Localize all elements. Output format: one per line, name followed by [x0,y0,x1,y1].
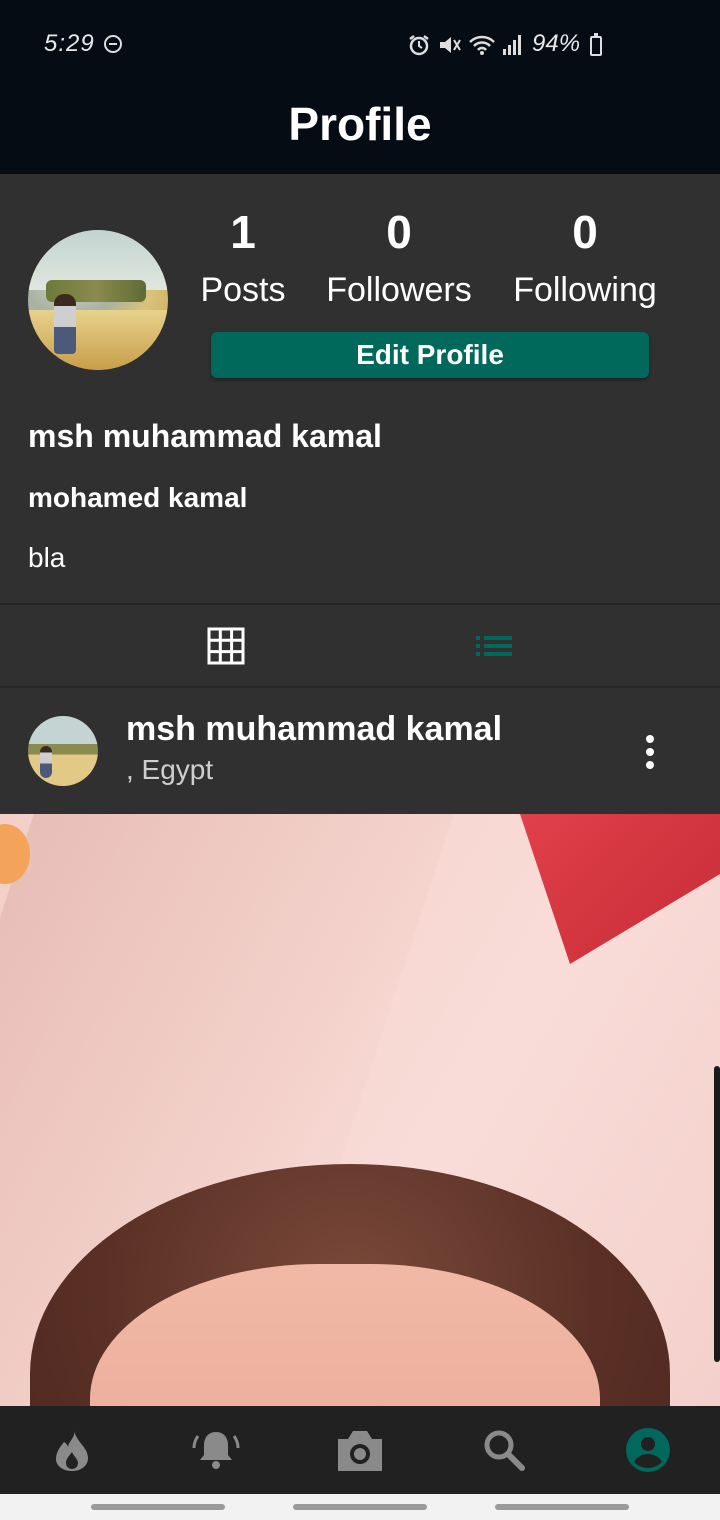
nav-home-handle[interactable] [293,1504,427,1510]
stat-followers[interactable]: 0 Followers [316,204,482,320]
profile-header: 1 Posts 0 Followers 0 Following Edit Pro… [0,174,720,604]
nav-recent-handle[interactable] [91,1504,225,1510]
battery-icon [590,33,602,56]
scrollbar[interactable] [714,1066,720,1362]
more-vert-icon [646,735,654,743]
bell-icon [192,1432,240,1469]
status-bar: 5:29 94% [0,0,720,80]
following-label: Following [513,271,657,309]
bottom-navigation [0,1406,720,1494]
display-name: msh muhammad kamal [28,418,382,454]
flame-icon [56,1430,88,1471]
mute-icon [440,37,461,53]
profile-tabs [0,606,720,686]
more-options-button[interactable] [630,728,670,776]
battery-level: 94% [532,30,581,57]
divider [0,603,720,605]
tab-list[interactable] [434,606,554,686]
posts-count: 1 [230,206,256,258]
post-location: , Egypt [126,754,214,785]
do-not-disturb-icon [104,35,122,53]
stat-following[interactable]: 0 Following [502,204,668,320]
stat-posts[interactable]: 1 Posts [188,204,298,320]
grid-icon [207,627,245,665]
username: mohamed kamal [28,482,248,513]
bio: bla [28,542,66,573]
post-header: msh muhammad kamal , Egypt [0,688,720,814]
profile-avatar[interactable] [28,230,168,370]
post-author-avatar[interactable] [28,716,98,786]
app-bar: Profile [0,80,720,174]
camera-icon [338,1431,382,1471]
nav-profile[interactable] [576,1406,720,1494]
posts-label: Posts [200,271,286,309]
search-icon [484,1430,525,1471]
nav-trending[interactable] [0,1406,144,1494]
post-image[interactable] [0,814,720,1406]
following-count: 0 [572,206,598,258]
followers-count: 0 [386,206,412,258]
nav-search[interactable] [432,1406,576,1494]
post-author-name[interactable]: msh muhammad kamal [126,710,502,749]
signal-icon [503,35,521,55]
status-time: 5:29 [44,30,95,57]
edit-profile-button[interactable]: Edit Profile [211,332,649,378]
nav-notifications[interactable] [144,1406,288,1494]
nav-back-handle[interactable] [495,1504,629,1510]
system-nav-bar [0,1494,720,1520]
page-title: Profile [288,98,432,150]
account-circle-icon [626,1428,670,1472]
list-icon [476,636,512,656]
alarm-icon [409,35,429,56]
nav-camera[interactable] [288,1406,432,1494]
wifi-icon [469,35,495,55]
tab-grid[interactable] [166,606,286,686]
followers-label: Followers [326,271,472,309]
